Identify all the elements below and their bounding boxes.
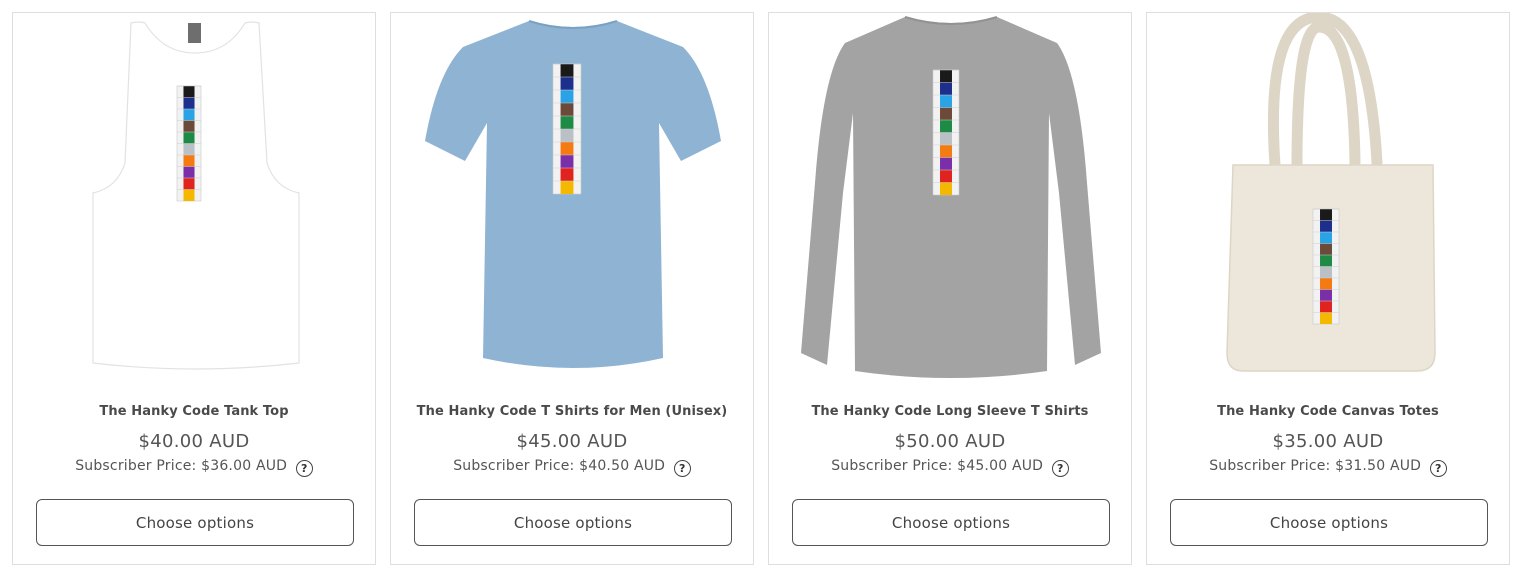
subscriber-label: Subscriber Price:: [453, 458, 575, 474]
hanky-color-swatch: [940, 182, 952, 195]
hanky-color-swatch: [183, 97, 195, 109]
hanky-color-swatch: [1320, 243, 1332, 255]
product-card: The Hanky Code T Shirts for Men (Unisex)…: [390, 12, 754, 565]
product-price: $40.00 AUD: [138, 431, 250, 452]
subscriber-price: Subscriber Price: $31.50 AUD ?: [1147, 458, 1509, 477]
hanky-color-swatch: [1320, 255, 1332, 267]
hanky-color-swatch: [183, 155, 195, 167]
hanky-color-swatch: [560, 116, 574, 129]
hanky-color-swatch: [560, 77, 574, 90]
hanky-color-swatch: [1320, 209, 1332, 221]
hanky-color-swatch: [1320, 232, 1332, 244]
hanky-color-swatch: [1320, 220, 1332, 232]
help-icon[interactable]: ?: [1429, 460, 1447, 477]
choose-options-button[interactable]: Choose options: [36, 499, 354, 546]
hanky-color-swatch: [183, 109, 195, 121]
hanky-color-swatch: [1320, 301, 1332, 313]
hanky-color-swatch: [940, 120, 952, 133]
subscriber-price: Subscriber Price: $45.00 AUD ?: [769, 458, 1131, 477]
long-sleeve-shirt-icon[interactable]: [769, 13, 1133, 393]
help-icon[interactable]: ?: [295, 460, 313, 477]
choose-options-button[interactable]: Choose options: [414, 499, 732, 546]
subscriber-value: $31.50 AUD: [1335, 458, 1422, 474]
hanky-color-swatch: [940, 95, 952, 108]
hanky-color-swatch: [183, 143, 195, 155]
hanky-color-swatch: [1320, 289, 1332, 301]
hanky-color-swatch: [183, 132, 195, 144]
hanky-color-swatch: [940, 132, 952, 145]
subscriber-value: $40.50 AUD: [579, 458, 666, 474]
hanky-color-swatch: [940, 70, 952, 83]
hanky-color-swatch: [940, 82, 952, 95]
hanky-color-swatch: [940, 107, 952, 120]
tote-handles: [1267, 13, 1383, 171]
hanky-color-swatch: [560, 64, 574, 77]
choose-options-button[interactable]: Choose options: [792, 499, 1110, 546]
t-shirt-icon[interactable]: [391, 13, 755, 393]
choose-options-button[interactable]: Choose options: [1170, 499, 1488, 546]
product-title[interactable]: The Hanky Code Tank Top: [13, 404, 375, 419]
product-card: The Hanky Code Canvas Totes $35.00 AUD S…: [1146, 12, 1510, 565]
product-card: The Hanky Code Tank Top $40.00 AUD Subsc…: [12, 12, 376, 565]
tank-top-icon[interactable]: [13, 13, 377, 393]
product-title[interactable]: The Hanky Code Canvas Totes: [1147, 404, 1509, 419]
product-card: The Hanky Code Long Sleeve T Shirts $50.…: [768, 12, 1132, 565]
tote-bag-icon[interactable]: [1147, 13, 1511, 393]
product-price: $50.00 AUD: [894, 431, 1006, 452]
subscriber-value: $36.00 AUD: [201, 458, 288, 474]
hanky-color-swatch: [940, 157, 952, 170]
hanky-color-swatch: [183, 178, 195, 190]
product-price: $45.00 AUD: [516, 431, 628, 452]
product-title[interactable]: The Hanky Code Long Sleeve T Shirts: [769, 404, 1131, 419]
subscriber-label: Subscriber Price:: [831, 458, 953, 474]
hanky-color-swatch: [560, 155, 574, 168]
hanky-color-swatch: [560, 168, 574, 181]
hanky-color-swatch: [183, 189, 195, 201]
hanky-color-swatch: [183, 166, 195, 178]
hanky-color-swatch: [183, 120, 195, 132]
product-grid: The Hanky Code Tank Top $40.00 AUD Subsc…: [0, 0, 1522, 577]
hanky-color-swatch: [183, 86, 195, 98]
hanky-color-swatch: [1320, 312, 1332, 324]
hanky-color-swatch: [560, 142, 574, 155]
hanky-color-swatch: [560, 181, 574, 194]
help-icon[interactable]: ?: [1051, 460, 1069, 477]
hanky-color-swatch: [940, 170, 952, 183]
product-title[interactable]: The Hanky Code T Shirts for Men (Unisex): [391, 404, 753, 419]
hanky-color-swatch: [560, 90, 574, 103]
subscriber-label: Subscriber Price:: [1209, 458, 1331, 474]
subscriber-price: Subscriber Price: $40.50 AUD ?: [391, 458, 753, 477]
help-icon[interactable]: ?: [673, 460, 691, 477]
hanky-color-swatch: [560, 103, 574, 116]
hanky-color-swatch: [1320, 266, 1332, 278]
hanky-color-swatch: [940, 145, 952, 158]
subscriber-price: Subscriber Price: $36.00 AUD ?: [13, 458, 375, 477]
hanky-color-swatch: [1320, 278, 1332, 290]
hanky-color-swatch: [560, 129, 574, 142]
subscriber-value: $45.00 AUD: [957, 458, 1044, 474]
product-price: $35.00 AUD: [1272, 431, 1384, 452]
subscriber-label: Subscriber Price:: [75, 458, 197, 474]
